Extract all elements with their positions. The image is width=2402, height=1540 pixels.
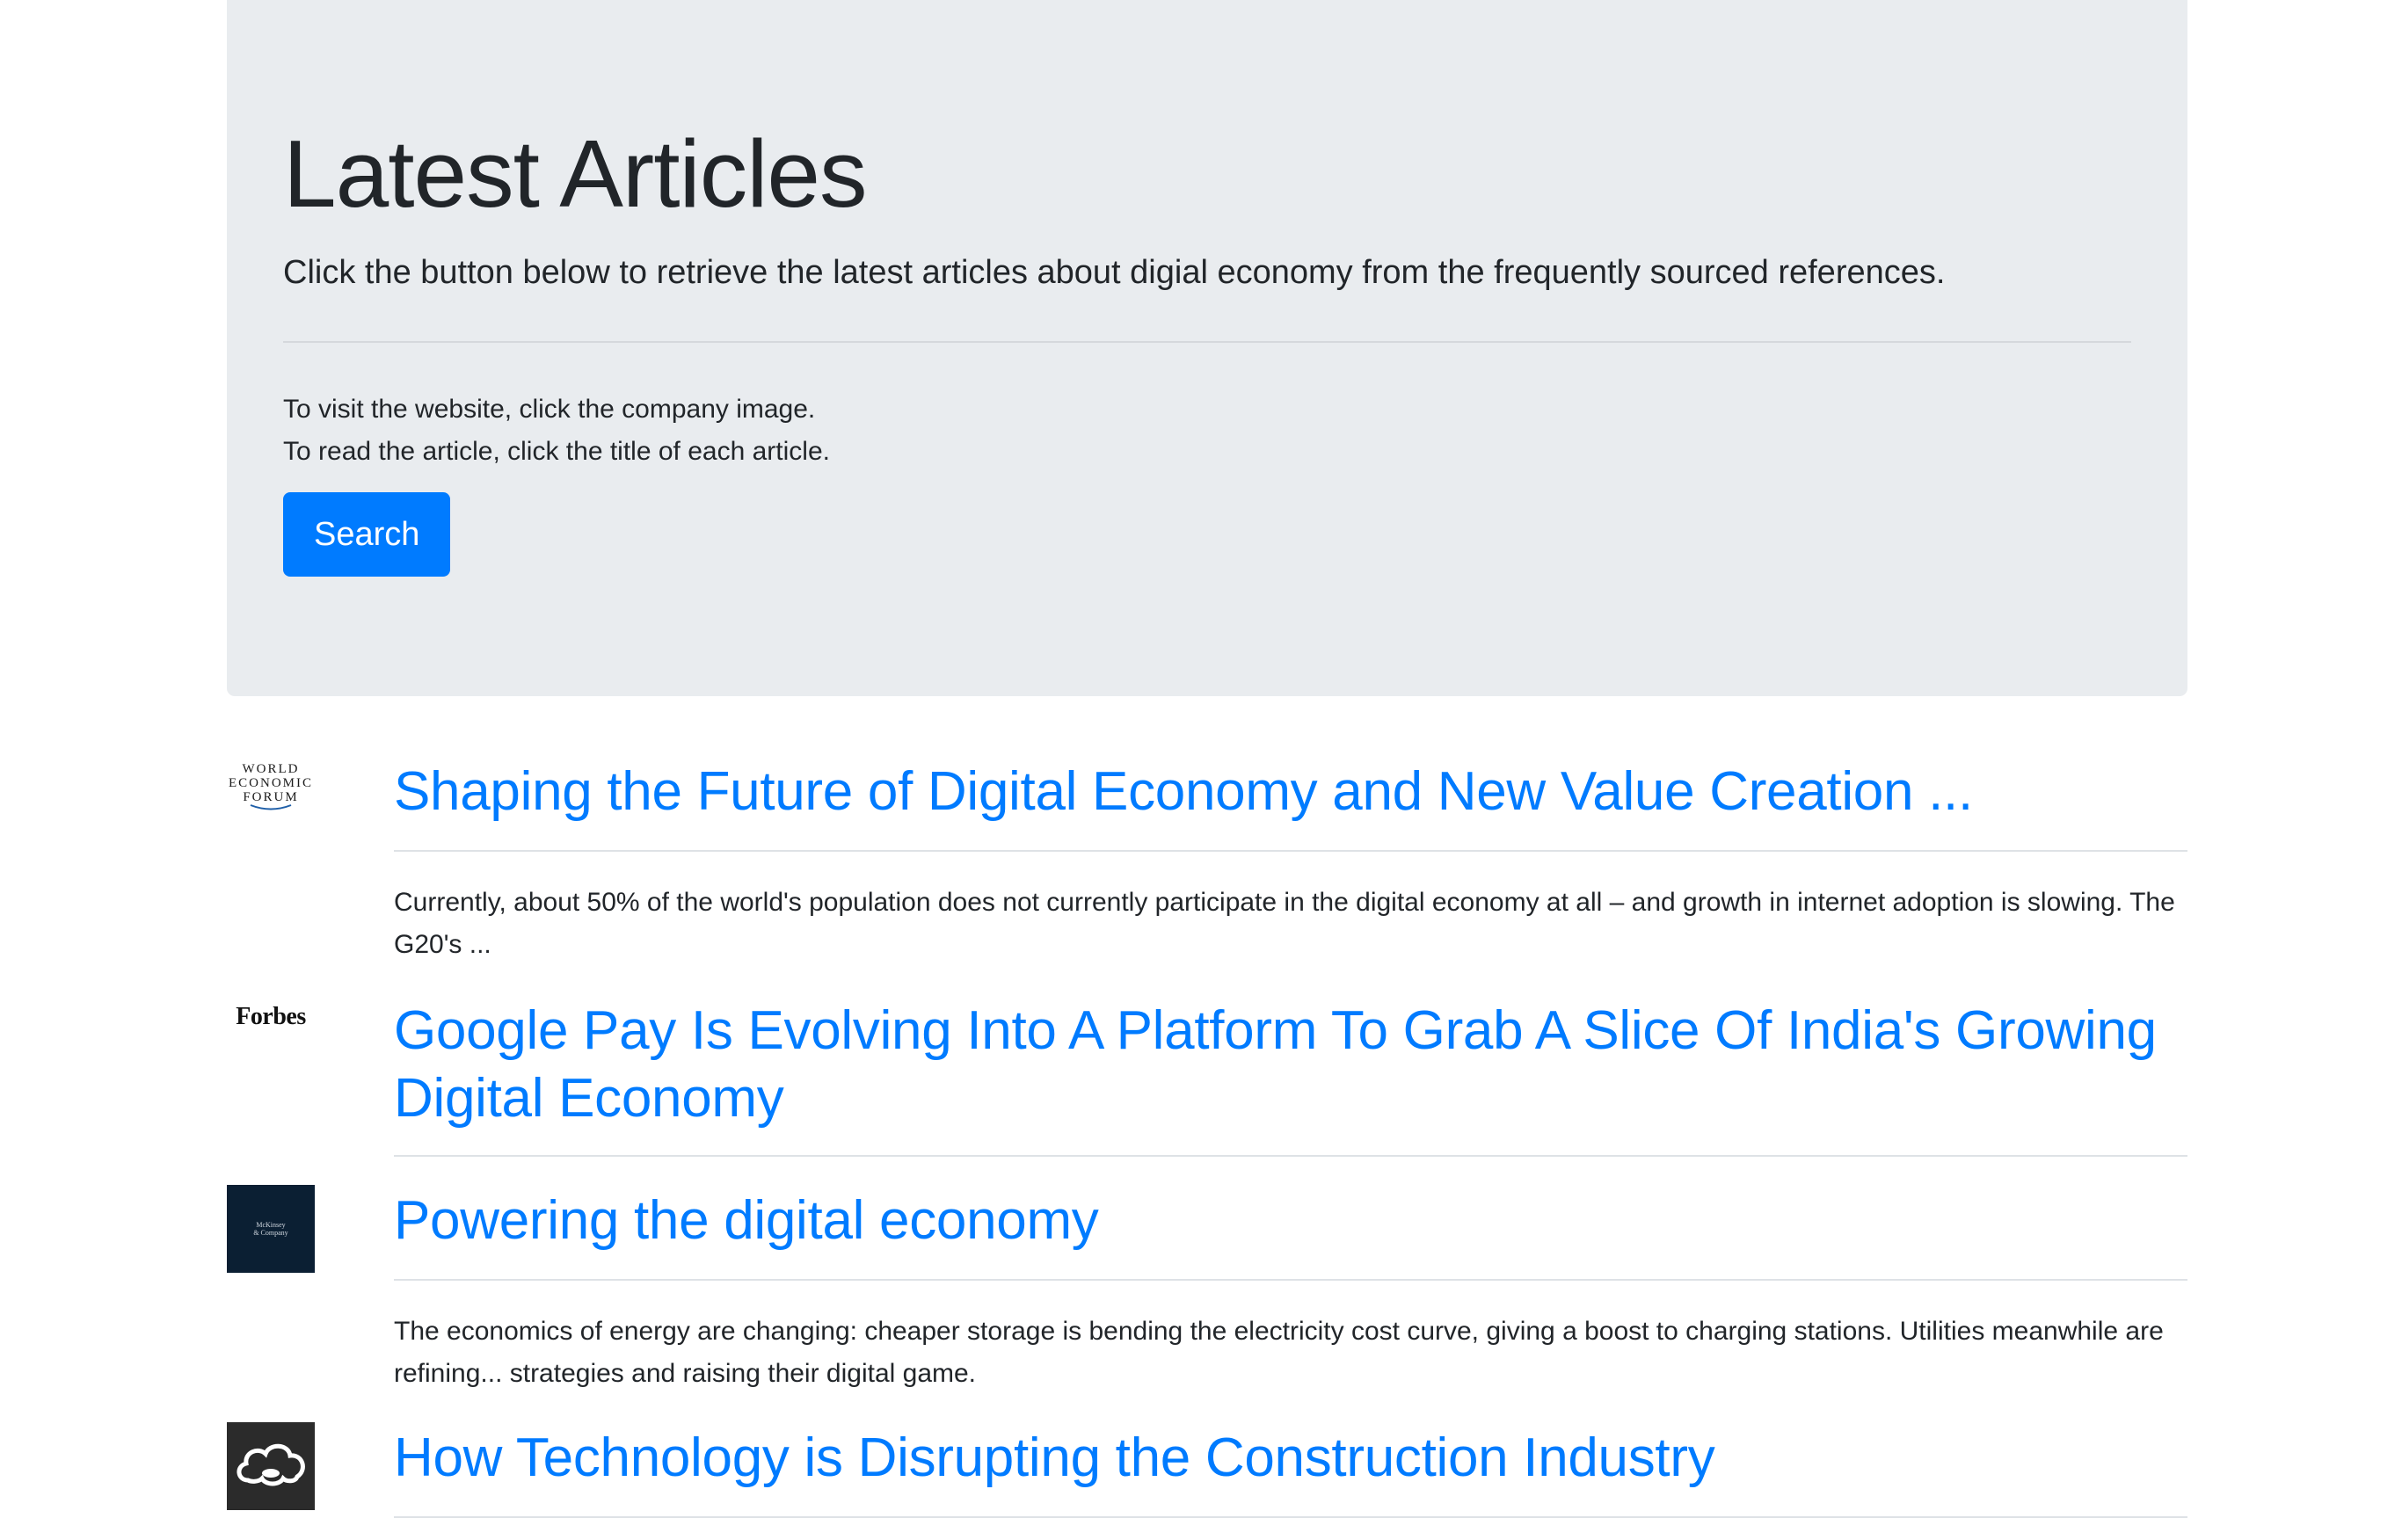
arc-icon bbox=[250, 804, 292, 810]
article-description: The economics of energy are changing: ch… bbox=[394, 1317, 2164, 1388]
cloud-logo-box bbox=[227, 1422, 315, 1510]
title-divider bbox=[394, 850, 2187, 852]
article-title-link[interactable]: Google Pay Is Evolving Into A Platform T… bbox=[394, 995, 2187, 1155]
title-divider bbox=[394, 1516, 2187, 1518]
logo-line: ECONOMIC bbox=[228, 776, 313, 790]
search-button[interactable]: Search bbox=[283, 492, 451, 577]
hero-divider bbox=[283, 341, 2131, 343]
logo-line: WORLD bbox=[242, 762, 300, 776]
instructions: To visit the website, click the company … bbox=[283, 389, 2131, 473]
hero-jumbotron: Latest Articles Click the button below t… bbox=[227, 0, 2187, 696]
logo-line: McKinsey bbox=[256, 1221, 286, 1229]
page-container: Latest Articles Click the button below t… bbox=[227, 0, 2187, 1518]
cloud-logo[interactable] bbox=[227, 1422, 315, 1510]
cloud-icon bbox=[237, 1443, 305, 1486]
title-divider bbox=[394, 1279, 2187, 1281]
article-title-link[interactable]: How Technology is Disrupting the Constru… bbox=[394, 1422, 2187, 1516]
mckinsey-logo-box: McKinsey & Company bbox=[227, 1185, 315, 1273]
logo-line: & Company bbox=[253, 1229, 288, 1237]
mckinsey-logo[interactable]: McKinsey & Company bbox=[227, 1185, 315, 1273]
article-description: Currently, about 50% of the world's popu… bbox=[394, 888, 2175, 959]
instruction-read: To read the article, click the title of … bbox=[283, 437, 830, 466]
article-title-link[interactable]: Powering the digital economy bbox=[394, 1185, 2187, 1279]
page-title: Latest Articles bbox=[283, 120, 868, 228]
title-divider bbox=[394, 1155, 2187, 1157]
logo-line: FORUM bbox=[243, 790, 299, 804]
forbes-logo[interactable]: Forbes bbox=[227, 995, 315, 1039]
instruction-visit: To visit the website, click the company … bbox=[283, 395, 816, 424]
hero-lead: Click the button below to retrieve the l… bbox=[283, 254, 1946, 291]
article-title-link[interactable]: Shaping the Future of Digital Economy an… bbox=[394, 756, 2187, 850]
world-economic-forum-logo[interactable]: WORLD ECONOMIC FORUM bbox=[227, 756, 315, 817]
